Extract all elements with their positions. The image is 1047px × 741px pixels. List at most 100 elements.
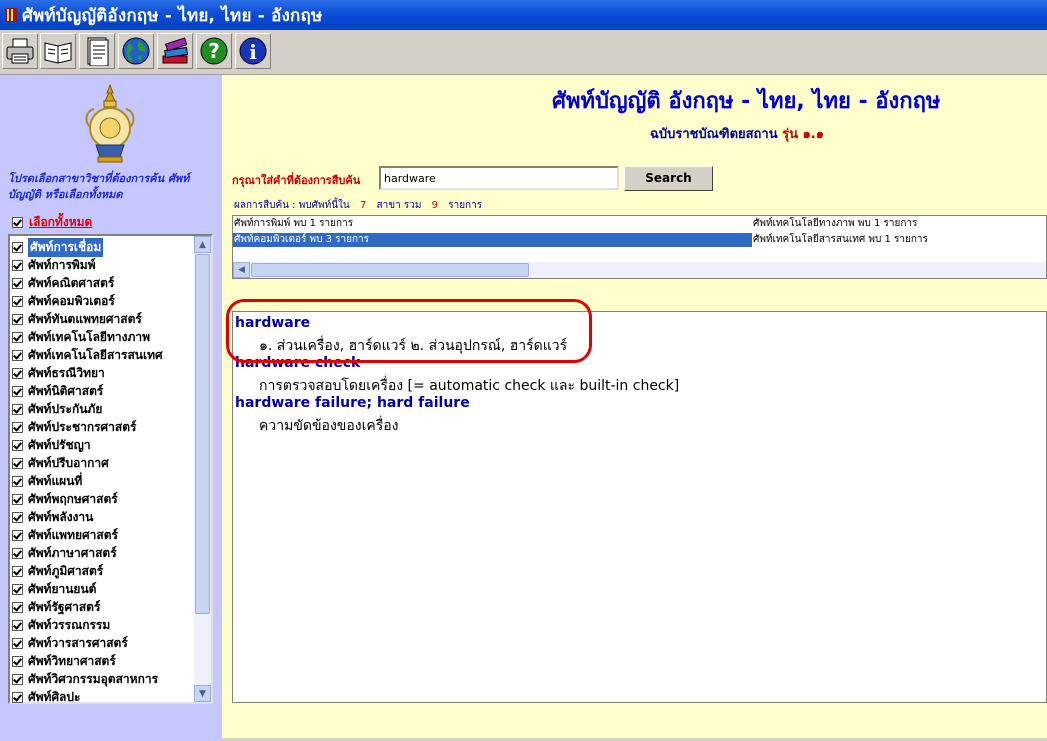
category-label: ศัพท์วรรณกรรม [28,617,111,632]
category-item[interactable]: ศัพท์การเชื่อม [12,237,196,257]
category-checkbox[interactable] [12,619,23,631]
result-summary: ผลการสืบค้น : พบศัพท์นี้ใน 7 สาขา รวม 9 … [234,198,482,213]
result-suffix: รายการ [448,200,483,211]
category-label: ศัพท์ประชากรศาสตร์ [28,419,137,434]
category-item[interactable]: ศัพท์เทคโนโลยีสารสนเทศ [12,346,196,364]
print-button[interactable] [2,33,38,69]
category-item[interactable]: ศัพท์วิทยาศาสตร์ [12,652,196,670]
info-icon: i [239,37,267,65]
hscroll-thumb[interactable] [251,263,529,277]
category-checkbox[interactable] [12,655,23,667]
category-checkbox[interactable] [12,331,23,343]
category-checkbox[interactable] [12,403,23,415]
category-checkbox[interactable] [12,457,23,469]
scroll-up-button[interactable]: ▲ [194,236,211,253]
scroll-down-button[interactable]: ▼ [194,685,211,702]
category-item[interactable]: ศัพท์ทันตแพทยศาสตร์ [12,310,196,328]
category-checkbox[interactable] [12,511,23,523]
open-book-button[interactable] [40,33,76,69]
scroll-left-button[interactable]: ◀ [233,262,250,278]
globe-icon [122,37,150,65]
category-item[interactable]: ศัพท์แพทยศาสตร์ [12,526,196,544]
version-label: รุ่น ๑.๑ [782,127,824,142]
category-checkbox[interactable] [12,421,23,433]
category-item[interactable]: ศัพท์ยานยนต์ [12,580,196,598]
select-all-checkbox[interactable] [12,217,23,228]
category-label: ศัพท์ปรัชญา [28,437,91,452]
category-checkbox[interactable] [12,259,23,271]
category-item[interactable]: ศัพท์คณิตศาสตร์ [12,274,196,292]
category-checkbox[interactable] [12,565,23,577]
category-label: ศัพท์แผนที่ [28,473,83,488]
category-checkbox[interactable] [12,601,23,613]
category-item[interactable]: ศัพท์คอมพิวเตอร์ [12,292,196,310]
search-input[interactable] [379,166,619,190]
open-book-icon [44,42,72,64]
category-checkbox[interactable] [12,277,23,289]
category-item[interactable]: ศัพท์ปรีบอากาศ [12,454,196,472]
category-item[interactable]: ศัพท์พลังงาน [12,508,196,526]
category-label: ศัพท์รัฐศาสตร์ [28,599,101,614]
category-label: ศัพท์วารสารศาสตร์ [28,635,128,650]
search-button[interactable]: Search [624,166,713,191]
result-grid-hscrollbar[interactable]: ◀ [233,262,1046,278]
category-checkbox[interactable] [12,439,23,451]
definition-panel: hardware ๑. ส่วนเครื่อง, ฮาร์ดแวร์ ๒. ส่… [232,311,1047,703]
category-item[interactable]: ศัพท์ธรณีวิทยา [12,364,196,382]
result-cell-selected[interactable]: ศัพท์คอมพิวเตอร์ พบ 3 รายการ [233,233,752,247]
category-checkbox[interactable] [12,295,23,307]
category-checkbox[interactable] [12,385,23,397]
info-button[interactable]: i [235,33,271,69]
category-item[interactable]: ศัพท์ปรัชญา [12,436,196,454]
page-title: ศัพท์บัญญัติ อังกฤษ - ไทย, ไทย - อังกฤษ [552,89,941,114]
category-label: ศัพท์ธรณีวิทยา [28,365,105,380]
category-checkbox[interactable] [12,637,23,649]
category-checkbox[interactable] [12,547,23,559]
definition-term: hardware failure; hard failure [235,395,470,411]
category-checkbox[interactable] [12,313,23,325]
scroll-thumb[interactable] [195,254,210,614]
category-checkbox[interactable] [12,475,23,487]
category-checkbox[interactable] [12,367,23,379]
globe-button[interactable] [118,33,154,69]
category-checkbox[interactable] [12,673,23,685]
category-item[interactable]: ศัพท์พฤกษศาสตร์ [12,490,196,508]
books-button[interactable] [157,33,193,69]
category-item[interactable]: ศัพท์วารสารศาสตร์ [12,634,196,652]
category-item[interactable]: ศัพท์ภูมิศาสตร์ [12,562,196,580]
category-list[interactable]: ศัพท์การเชื่อม ศัพท์การพิมพ์ ศัพท์คณิตศาสต… [8,234,213,704]
category-item[interactable]: ศัพท์ภาษาศาสตร์ [12,544,196,562]
category-checkbox[interactable] [12,691,23,703]
result-prefix: ผลการสืบค้น : พบศัพท์นี้ใน [234,200,350,211]
document-button[interactable] [79,33,115,69]
category-item[interactable]: ศัพท์ประชากรศาสตร์ [12,418,196,436]
category-checkbox[interactable] [12,529,23,541]
help-button[interactable]: ? [196,33,232,69]
highlight-annotation [226,299,592,363]
category-label: ศัพท์การเชื่อม [28,237,104,257]
category-item[interactable]: ศัพท์เทคโนโลยีทางภาพ [12,328,196,346]
category-checkbox[interactable] [12,349,23,361]
select-all-label[interactable]: เลือกทั้งหมด [29,213,92,232]
category-item[interactable]: ศัพท์ศิลปะ [12,688,196,706]
category-label: ศัพท์คณิตศาสตร์ [28,275,115,290]
category-item[interactable]: ศัพท์นิติศาสตร์ [12,382,196,400]
category-checkbox[interactable] [12,241,23,253]
result-cell[interactable]: ศัพท์เทคโนโลยีสารสนเทศ พบ 1 รายการ [752,233,928,247]
result-cell[interactable]: ศัพท์เทคโนโลยีทางภาพ พบ 1 รายการ [752,217,917,231]
category-label: ศัพท์คอมพิวเตอร์ [28,293,115,308]
result-cell[interactable]: ศัพท์การพิมพ์ พบ 1 รายการ [233,217,353,231]
result-grid[interactable]: ศัพท์การพิมพ์ พบ 1 รายการ ศัพท์เทคโนโลยี… [232,215,1047,279]
category-label: ศัพท์แพทยศาสตร์ [28,527,118,542]
category-checkbox[interactable] [12,493,23,505]
category-item[interactable]: ศัพท์ประกันภัย [12,400,196,418]
category-item[interactable]: ศัพท์วิศวกรรมอุตสาหการ [12,670,196,688]
select-all[interactable]: เลือกทั้งหมด [12,213,92,232]
books-stack-icon [162,37,189,64]
category-list-scrollbar[interactable]: ▲ ▼ [194,236,211,702]
category-item[interactable]: ศัพท์การพิมพ์ [12,256,196,274]
category-item[interactable]: ศัพท์แผนที่ [12,472,196,490]
category-item[interactable]: ศัพท์รัฐศาสตร์ [12,598,196,616]
category-item[interactable]: ศัพท์วรรณกรรม [12,616,196,634]
category-checkbox[interactable] [12,583,23,595]
